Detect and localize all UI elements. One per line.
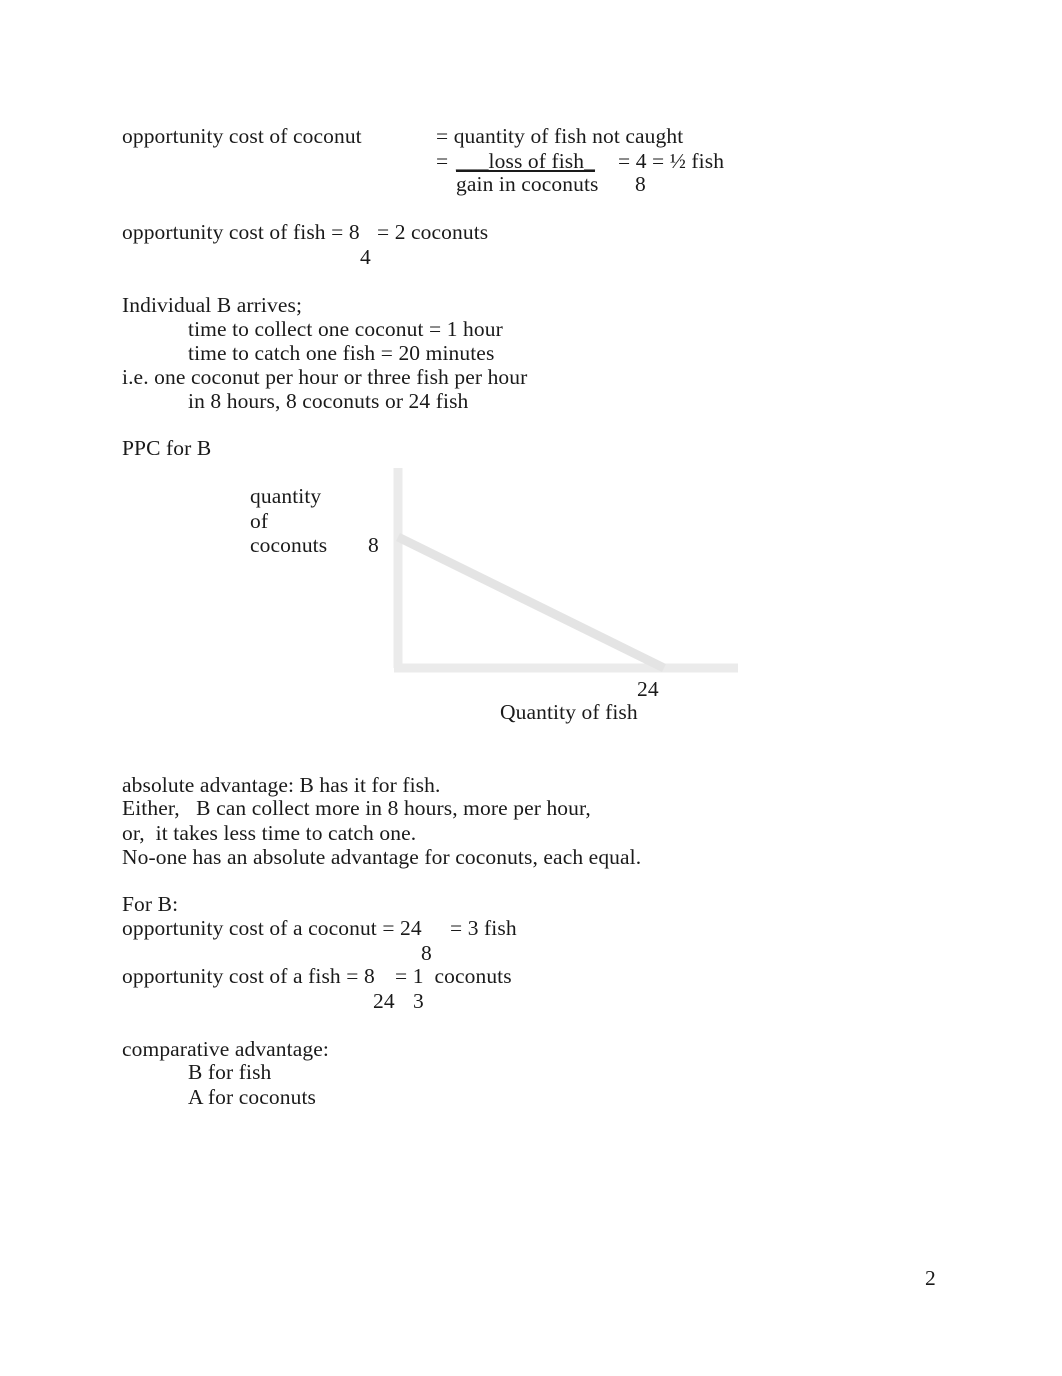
opportunity-cost-fish-line: opportunity cost of fish = 8 — [122, 220, 360, 244]
for-b-fish-cost-denominator-left: 24 — [373, 989, 395, 1013]
comparative-advantage-heading: comparative advantage: — [122, 1037, 329, 1061]
fraction-denominator-gain-in-coconuts: gain in coconuts — [456, 172, 599, 196]
absolute-advantage-line-2: Either, B can collect more in 8 hours, m… — [122, 796, 591, 820]
for-b-fish-cost-line: opportunity cost of a fish = 8 — [122, 964, 375, 988]
page-number: 2 — [925, 1266, 936, 1290]
y-axis-label-line-2: of — [250, 509, 269, 533]
individual-b-eight-hours: in 8 hours, 8 coconuts or 24 fish — [188, 389, 469, 413]
fraction-result-half-fish: = 4 = ½ fish — [618, 149, 725, 173]
y-axis-tick-label-8: 8 — [368, 533, 379, 557]
for-b-fish-cost-result: = 1 coconuts — [395, 964, 512, 988]
for-b-fish-cost-denominator-right: 3 — [413, 989, 424, 1013]
individual-b-coconut-time: time to collect one coconut = 1 hour — [188, 317, 503, 341]
opportunity-cost-fish-result: = 2 coconuts — [377, 220, 489, 244]
individual-b-fish-time: time to catch one fish = 20 minutes — [188, 341, 495, 365]
for-b-heading: For B: — [122, 892, 179, 916]
absolute-advantage-line-3: or, it takes less time to catch one. — [122, 821, 417, 845]
ppc-chart — [393, 468, 738, 673]
for-b-coconut-cost-result: = 3 fish — [450, 916, 517, 940]
x-axis-tick-label-24: 24 — [637, 677, 659, 701]
comparative-advantage-line-1: B for fish — [188, 1060, 272, 1084]
absolute-advantage-line-4: No-one has an absolute advantage for coc… — [122, 845, 642, 869]
document-page: opportunity cost of coconut = quantity o… — [0, 0, 1062, 1376]
absolute-advantage-line-1: absolute advantage: B has it for fish. — [122, 773, 441, 797]
comparative-advantage-line-2: A for coconuts — [188, 1085, 316, 1109]
individual-b-heading: Individual B arrives; — [122, 293, 303, 317]
x-axis-label: Quantity of fish — [500, 700, 638, 724]
for-b-coconut-cost-line: opportunity cost of a coconut = 24 — [122, 916, 422, 940]
opportunity-cost-fish-denominator: 4 — [360, 245, 371, 269]
y-axis-label-line-3: coconuts — [250, 533, 328, 557]
individual-b-rate: i.e. one coconut per hour or three fish … — [122, 365, 528, 389]
for-b-coconut-cost-denominator: 8 — [421, 941, 432, 965]
fraction-equals-sign: = — [436, 149, 449, 173]
opportunity-cost-coconut-definition: = quantity of fish not caught — [436, 124, 684, 148]
fraction-result-denominator: 8 — [635, 172, 646, 196]
fraction-numerator-loss-of-fish: ___loss of fish_ — [456, 149, 595, 173]
y-axis-label-line-1: quantity — [250, 484, 322, 508]
ppc-curve-line — [396, 532, 666, 673]
ppc-for-b-heading: PPC for B — [122, 436, 212, 460]
opportunity-cost-coconut-label: opportunity cost of coconut — [122, 124, 362, 148]
